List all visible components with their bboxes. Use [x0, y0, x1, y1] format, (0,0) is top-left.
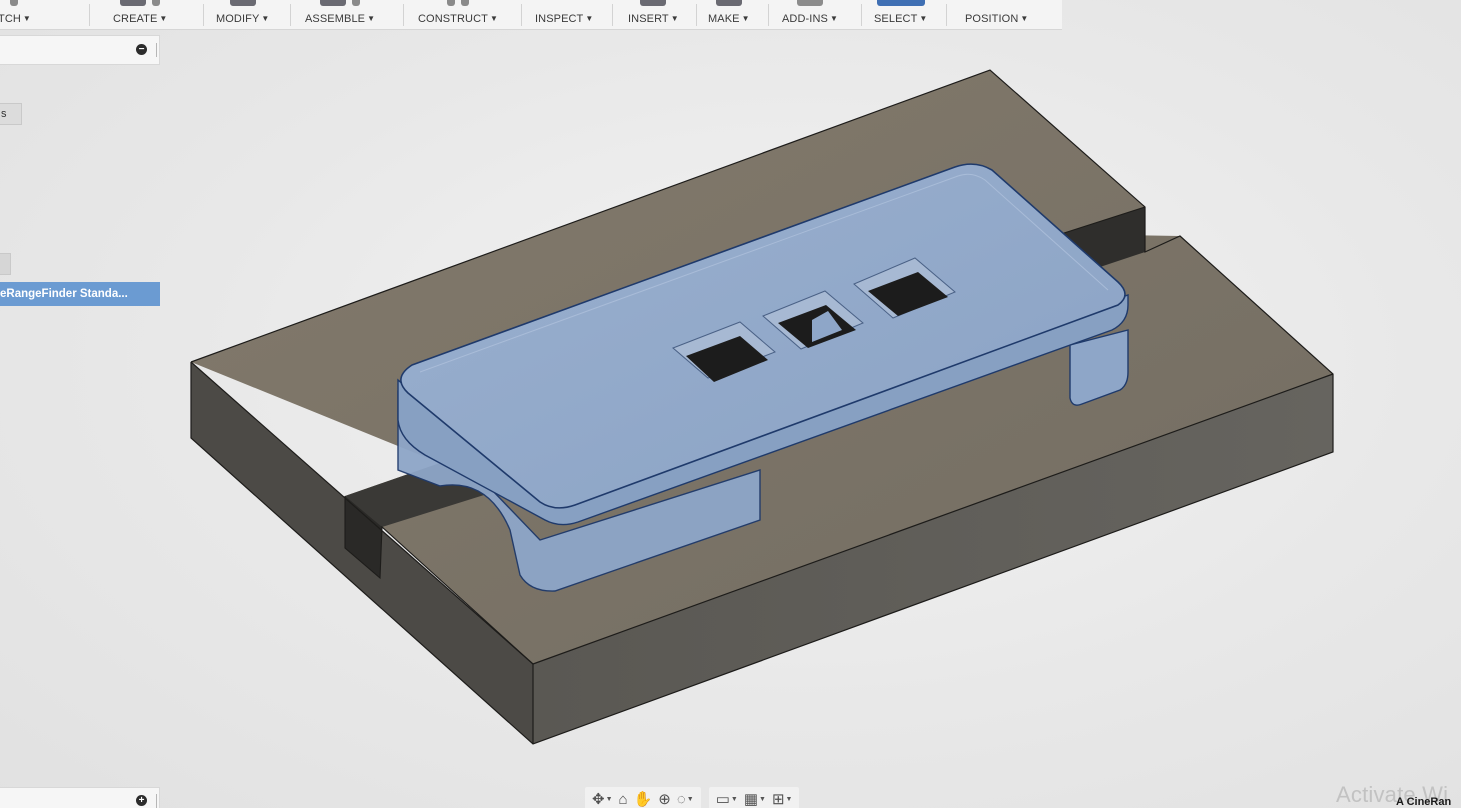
- nav-group-display-settings: ▭ ▼ ▦ ▼ ⊞ ▼: [708, 787, 800, 808]
- toolbar-divider: [612, 4, 613, 26]
- browser-node[interactable]: s: [0, 103, 22, 125]
- chevron-down-icon: ▼: [759, 795, 766, 803]
- menu-add-ins-label: ADD-INS: [782, 13, 828, 25]
- menu-inspect-label: INSPECT: [535, 13, 584, 25]
- browser-selected-component[interactable]: eRangeFinder Standa...: [0, 282, 160, 306]
- look-at-icon: ⌂: [618, 790, 628, 808]
- create-cylinder-icon: [152, 0, 161, 6]
- viewports-button[interactable]: ⊞ ▼: [772, 792, 793, 807]
- browser-node[interactable]: [0, 253, 11, 275]
- toolbar-divider: [203, 4, 204, 26]
- menu-create[interactable]: CREATE ▼: [113, 0, 167, 29]
- display-settings-icon: ▭: [715, 790, 730, 808]
- browser-node-label: s: [1, 108, 7, 120]
- toolbar-divider: [696, 4, 697, 26]
- menu-assemble[interactable]: ASSEMBLE ▼: [305, 0, 375, 29]
- construct-axis-icon: [460, 0, 469, 6]
- menu-make-label: MAKE: [708, 13, 740, 25]
- toolbar-divider: [89, 4, 90, 26]
- construct-plane-icon: [446, 0, 455, 6]
- chevron-down-icon: ▼: [367, 14, 376, 23]
- menu-sketch-label: TCH: [0, 13, 21, 25]
- orbit-icon: ✥: [592, 790, 605, 808]
- menu-modify[interactable]: MODIFY ▼: [216, 0, 269, 29]
- display-settings-button[interactable]: ▭ ▼: [716, 792, 738, 807]
- menu-sketch[interactable]: TCH ▼: [0, 0, 31, 29]
- chevron-down-icon: ▼: [585, 14, 594, 23]
- toolbar-divider: [861, 4, 862, 26]
- add-ins-gear-icon: [796, 0, 823, 6]
- select-cursor-icon: [876, 0, 925, 6]
- panel-resize-grip[interactable]: [156, 43, 157, 57]
- modify-press-pull-icon: [229, 0, 256, 6]
- pan-hand-icon: ✋: [633, 790, 653, 808]
- panel-resize-grip[interactable]: [156, 794, 157, 808]
- browser-panel-header: −: [0, 35, 160, 65]
- collapse-minus-icon[interactable]: −: [136, 44, 147, 55]
- nav-group-view-tools: ✥ ▼ ⌂ ✋ ⊕ ◌ ▼: [585, 787, 701, 808]
- toolbar-divider: [290, 4, 291, 26]
- menu-insert-label: INSERT: [628, 13, 669, 25]
- menu-position[interactable]: POSITION ▼: [965, 0, 1028, 29]
- grid-settings-button[interactable]: ▦ ▼: [744, 792, 766, 807]
- menu-make[interactable]: MAKE ▼: [708, 0, 750, 29]
- menu-create-label: CREATE: [113, 13, 158, 25]
- grid-icon: ▦: [743, 790, 759, 808]
- chevron-down-icon: ▼: [829, 14, 838, 23]
- assemble-component-icon: [320, 0, 347, 6]
- insert-image-icon: [640, 0, 667, 6]
- menu-insert[interactable]: INSERT ▼: [628, 0, 679, 29]
- zoom-icon: ⊕: [658, 790, 671, 808]
- menu-position-label: POSITION: [965, 13, 1019, 25]
- toolbar-divider: [946, 4, 947, 26]
- chevron-down-icon: ▼: [261, 14, 270, 23]
- selected-component-label: eRangeFinder Standa...: [0, 288, 128, 300]
- zoom-tool[interactable]: ⊕: [658, 792, 671, 807]
- make-3d-print-icon: [715, 0, 742, 6]
- fusion-app-window: TCH ▼ CREATE ▼ MODIFY ▼ ASSEMBLE ▼ CONSTRUCT…: [0, 0, 1461, 808]
- chevron-down-icon: ▼: [159, 14, 168, 23]
- chevron-down-icon: ▼: [670, 14, 679, 23]
- zoom-window-icon: ◌: [676, 790, 686, 808]
- look-at-tool[interactable]: ⌂: [619, 792, 628, 807]
- orbit-tool[interactable]: ✥ ▼: [592, 792, 613, 807]
- chevron-down-icon: ▼: [741, 14, 750, 23]
- comments-panel-header: +: [0, 787, 160, 808]
- menu-select[interactable]: SELECT ▼: [874, 0, 927, 29]
- menu-add-ins[interactable]: ADD-INS ▼: [782, 0, 838, 29]
- navigation-bar: ✥ ▼ ⌂ ✋ ⊕ ◌ ▼ ▭ ▼ ▦ ▼ ⊞ ▼: [585, 787, 895, 808]
- toolbar-divider: [768, 4, 769, 26]
- sketch-icon: [10, 0, 19, 6]
- create-box-icon: [120, 0, 147, 6]
- viewports-icon: ⊞: [771, 790, 785, 808]
- pan-tool[interactable]: ✋: [634, 792, 653, 807]
- chevron-down-icon: ▼: [22, 14, 31, 23]
- menu-construct[interactable]: CONSTRUCT ▼: [418, 0, 498, 29]
- chevron-down-icon: ▼: [785, 795, 793, 803]
- chevron-down-icon: ▼: [605, 795, 613, 803]
- chevron-down-icon: ▼: [489, 14, 498, 23]
- fit-tool[interactable]: ◌ ▼: [677, 792, 694, 807]
- menu-select-label: SELECT: [874, 13, 918, 25]
- chevron-down-icon: ▼: [1020, 14, 1029, 23]
- menu-assemble-label: ASSEMBLE: [305, 13, 366, 25]
- main-toolbar: TCH ▼ CREATE ▼ MODIFY ▼ ASSEMBLE ▼ CONSTRUCT…: [0, 0, 1062, 30]
- menu-inspect[interactable]: INSPECT ▼: [535, 0, 593, 29]
- assemble-joint-icon: [352, 0, 361, 6]
- expand-plus-icon[interactable]: +: [136, 795, 147, 806]
- 3d-viewport[interactable]: [0, 0, 1461, 808]
- chevron-down-icon: ▼: [919, 14, 928, 23]
- chevron-down-icon: ▼: [686, 795, 694, 803]
- menu-construct-label: CONSTRUCT: [418, 13, 488, 25]
- document-name-label: A CineRan: [1396, 796, 1452, 808]
- toolbar-divider: [521, 4, 522, 26]
- menu-modify-label: MODIFY: [216, 13, 260, 25]
- chevron-down-icon: ▼: [730, 795, 738, 803]
- toolbar-divider: [403, 4, 404, 26]
